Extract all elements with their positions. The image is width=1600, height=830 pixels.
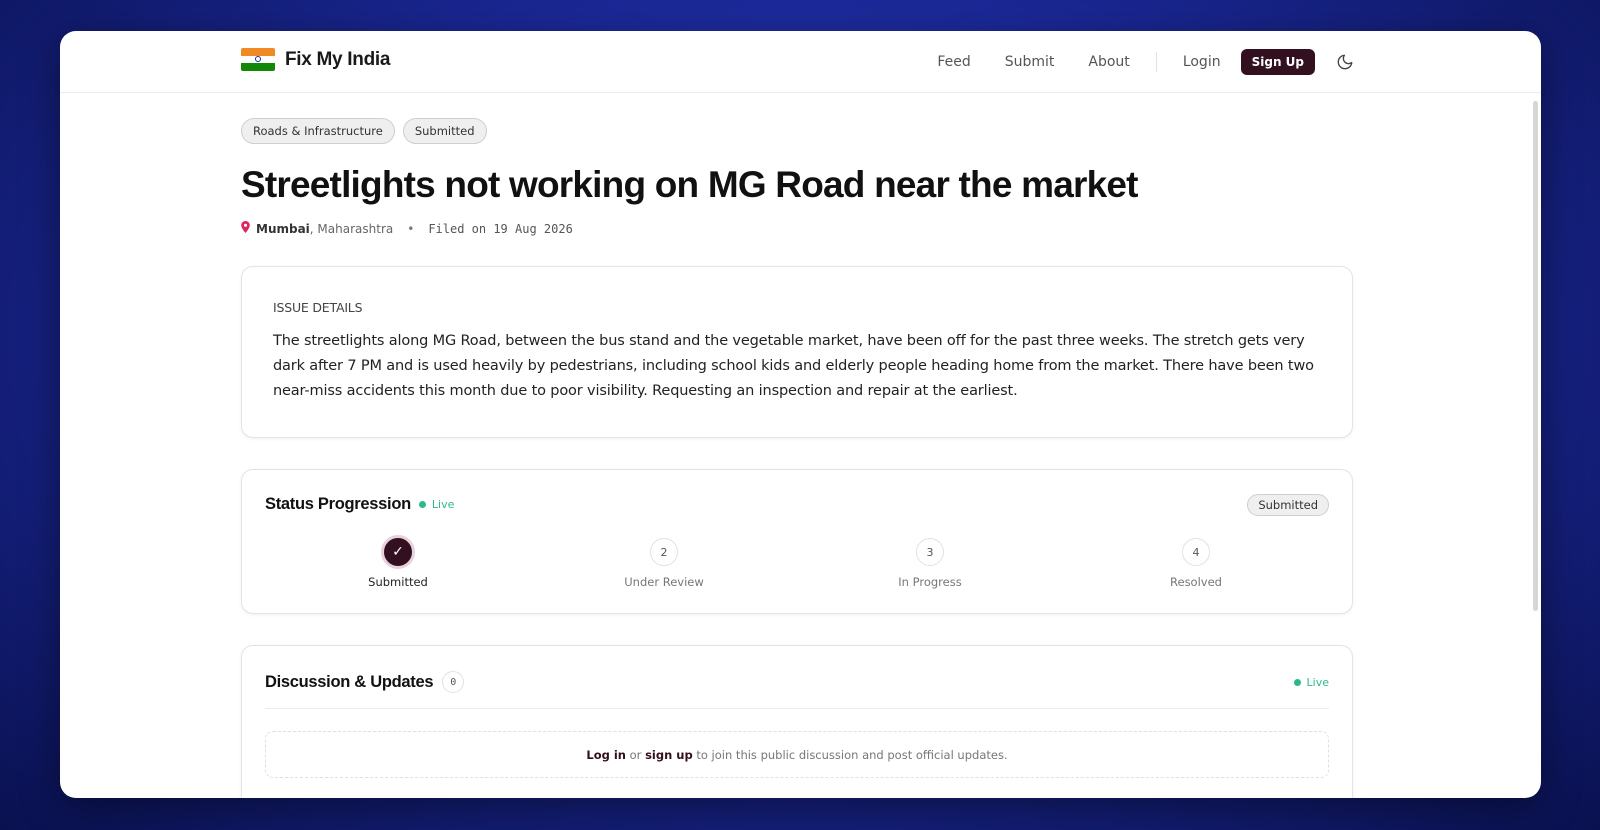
top-navbar: Fix My India Feed Submit About Login Sig… bbox=[60, 31, 1541, 93]
signup-button[interactable]: Sign Up bbox=[1240, 49, 1315, 75]
step-label: Submitted bbox=[368, 575, 428, 589]
live-indicator: Live bbox=[418, 498, 455, 511]
status-tag[interactable]: Submitted bbox=[402, 118, 487, 144]
filed-date: Filed on 19 Aug 2026 bbox=[428, 221, 573, 236]
step-submitted: ✓ Submitted bbox=[265, 535, 531, 589]
discussion-divider bbox=[265, 708, 1329, 709]
nav-link-about[interactable]: About bbox=[1088, 54, 1129, 70]
step-number: 4 bbox=[1182, 538, 1210, 566]
moon-icon[interactable] bbox=[1335, 52, 1355, 72]
category-tag[interactable]: Roads & Infrastructure bbox=[241, 118, 395, 144]
live-label: Live bbox=[431, 498, 455, 511]
status-heading: Status Progression Live bbox=[265, 495, 454, 514]
location-pin-icon bbox=[241, 221, 250, 236]
nav-links: Feed Submit About Login Sign Up bbox=[920, 31, 1541, 93]
live-dot-icon bbox=[1293, 679, 1301, 686]
details-text: The streetlights along MG Road, between … bbox=[273, 333, 1314, 399]
comment-count-badge: 0 bbox=[442, 671, 465, 693]
step-under-review: 2 Under Review bbox=[531, 538, 797, 589]
nav-link-feed[interactable]: Feed bbox=[937, 54, 970, 70]
nav-divider bbox=[1155, 52, 1157, 72]
discussion-title: Discussion & Updates bbox=[265, 672, 434, 691]
step-number: 2 bbox=[650, 538, 678, 566]
meta-separator: • bbox=[407, 221, 415, 236]
location-city: Mumbai bbox=[256, 221, 310, 236]
status-steps: ✓ Submitted 2 Under Review 3 In Progress… bbox=[242, 535, 1352, 589]
discussion-live-indicator: Live bbox=[1293, 676, 1329, 689]
step-in-progress: 3 In Progress bbox=[797, 538, 1063, 589]
status-progression-card: Status Progression Live Submitted ✓ Subm… bbox=[241, 469, 1353, 614]
issue-meta: Mumbai , Maharashtra • Filed on 19 Aug 2… bbox=[241, 221, 1353, 236]
status-title: Status Progression bbox=[265, 495, 411, 513]
login-link[interactable]: Log in bbox=[586, 748, 626, 762]
signup-link[interactable]: sign up bbox=[645, 748, 693, 762]
step-number: 3 bbox=[916, 538, 944, 566]
location-state: , Maharashtra bbox=[309, 221, 394, 236]
brand-logo[interactable]: Fix My India bbox=[241, 48, 390, 71]
details-heading: ISSUE DETAILS bbox=[273, 300, 363, 315]
scrollbar[interactable] bbox=[1533, 101, 1538, 611]
brand-name: Fix My India bbox=[285, 48, 391, 70]
step-label: Under Review bbox=[624, 575, 704, 589]
browser-window: Fix My India Feed Submit About Login Sig… bbox=[60, 31, 1541, 798]
nav-link-submit[interactable]: Submit bbox=[1005, 54, 1055, 70]
or-text: or bbox=[625, 747, 646, 762]
login-prompt: Log in or sign up to join this public di… bbox=[265, 731, 1329, 778]
step-resolved: 4 Resolved bbox=[1063, 538, 1329, 589]
nav-link-login[interactable]: Login bbox=[1183, 54, 1221, 70]
live-label: Live bbox=[1306, 676, 1329, 689]
current-status-badge: Submitted bbox=[1247, 494, 1329, 516]
discussion-card: Discussion & Updates 0 Live Log in or si… bbox=[241, 645, 1353, 798]
step-label: Resolved bbox=[1170, 575, 1222, 589]
checkmark-icon: ✓ bbox=[381, 535, 415, 569]
issue-content: Roads & Infrastructure Submitted Streetl… bbox=[241, 118, 1353, 798]
prompt-suffix: to join this public discussion and post … bbox=[692, 747, 1008, 762]
step-label: In Progress bbox=[898, 575, 962, 589]
issue-tags: Roads & Infrastructure Submitted bbox=[241, 118, 1353, 144]
discussion-heading: Discussion & Updates 0 bbox=[265, 671, 465, 693]
issue-details-card: ISSUE DETAILS The streetlights along MG … bbox=[241, 266, 1353, 438]
india-flag-icon bbox=[241, 48, 275, 71]
live-dot-icon bbox=[418, 501, 426, 508]
issue-title: Streetlights not working on MG Road near… bbox=[241, 164, 1138, 205]
